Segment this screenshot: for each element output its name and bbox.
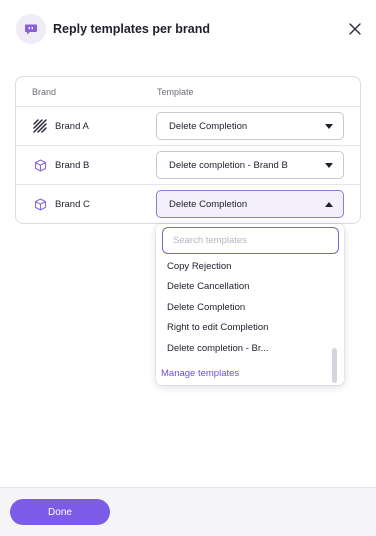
template-dropdown-menu: Copy Rejection Delete Cancellation Delet…: [156, 224, 344, 385]
cube-icon: [33, 197, 47, 211]
search-templates-input[interactable]: [162, 227, 339, 254]
slash-logo-icon: [33, 119, 47, 133]
caret-down-icon: [325, 124, 333, 129]
caret-down-icon: [325, 163, 333, 168]
table-row: Brand A Delete Completion: [16, 107, 360, 146]
dropdown-option[interactable]: Copy Rejection: [167, 261, 231, 272]
done-button[interactable]: Done: [10, 499, 110, 525]
brand-name: Brand B: [55, 160, 90, 171]
table-header: Brand Template: [16, 77, 360, 107]
column-header-brand: Brand: [32, 87, 57, 97]
dialog-title: Reply templates per brand: [53, 22, 210, 36]
table-row: Brand C Delete Completion: [16, 185, 360, 224]
dropdown-option[interactable]: Right to edit Completion: [167, 322, 268, 333]
table-row: Brand B Delete completion - Brand B: [16, 146, 360, 185]
dropdown-option[interactable]: Delete Cancellation: [167, 281, 249, 292]
chat-bubble-icon: [16, 14, 46, 44]
selected-template: Delete Completion: [169, 121, 248, 132]
brand-name: Brand A: [55, 121, 89, 132]
dropdown-scrollbar[interactable]: [332, 348, 337, 383]
selected-template: Delete completion - Brand B: [169, 160, 288, 171]
dialog-footer: Done: [0, 487, 376, 536]
brand-name: Brand C: [55, 199, 90, 210]
dropdown-option[interactable]: Delete Completion: [167, 302, 245, 313]
cube-icon: [33, 158, 47, 172]
close-icon[interactable]: [346, 20, 364, 38]
caret-up-icon: [325, 202, 333, 207]
brand-template-table: Brand Template Brand A Delete Completion…: [15, 76, 361, 224]
selected-template: Delete Completion: [169, 199, 248, 210]
manage-templates-link[interactable]: Manage templates: [161, 368, 239, 379]
dropdown-option[interactable]: Delete completion - Br...: [167, 343, 268, 354]
template-select-brand-b[interactable]: Delete completion - Brand B: [156, 151, 344, 179]
dialog-header: Reply templates per brand: [0, 0, 376, 60]
template-select-brand-c[interactable]: Delete Completion: [156, 190, 344, 218]
template-select-brand-a[interactable]: Delete Completion: [156, 112, 344, 140]
column-header-template: Template: [157, 87, 194, 97]
